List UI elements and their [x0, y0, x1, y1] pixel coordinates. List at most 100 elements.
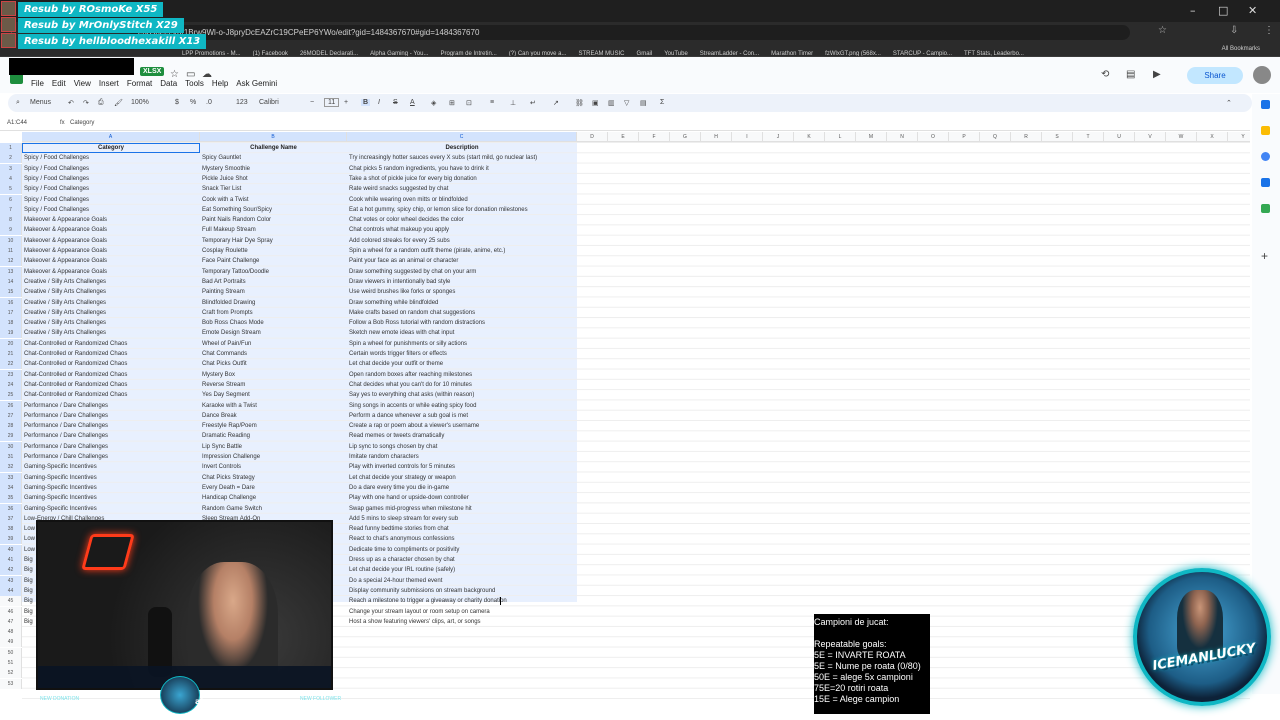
challenge-cell[interactable]: Painting Stream	[200, 287, 347, 297]
row-number[interactable]: 32	[0, 462, 22, 473]
description-cell[interactable]: Draw viewers in intentionally bad style	[347, 277, 587, 287]
formula-input[interactable]: Category	[70, 120, 94, 126]
description-cell[interactable]: Follow a Bob Ross tutorial with random d…	[347, 318, 587, 328]
column-header[interactable]: Y	[1228, 132, 1250, 142]
description-cell[interactable]: Dress up as a character chosen by chat	[347, 555, 587, 565]
category-cell[interactable]: Spicy / Food Challenges	[22, 153, 200, 163]
row-number[interactable]: 1	[0, 143, 22, 153]
category-cell[interactable]: Performance / Dare Challenges	[22, 411, 200, 421]
category-cell[interactable]: Chat-Controlled or Randomized Chaos	[22, 359, 200, 369]
description-cell[interactable]: Take a shot of pickle juice for every bi…	[347, 174, 587, 184]
category-cell[interactable]: Spicy / Food Challenges	[22, 184, 200, 194]
challenge-cell[interactable]: Yes Day Segment	[200, 390, 347, 400]
column-header[interactable]: K	[794, 132, 825, 142]
bookmark-item[interactable]: fzWlxGT.png (568x...	[825, 47, 881, 56]
row-number[interactable]: 23	[0, 369, 22, 380]
row-number[interactable]: 14	[0, 276, 22, 287]
percent-format-button[interactable]: %	[190, 99, 196, 106]
row-number[interactable]: 12	[0, 256, 22, 267]
category-cell[interactable]: Creative / Silly Arts Challenges	[22, 318, 200, 328]
category-cell[interactable]: Performance / Dare Challenges	[22, 442, 200, 452]
meet-icon[interactable]: ▶	[1153, 69, 1161, 80]
description-cell[interactable]: Dedicate time to compliments or positivi…	[347, 545, 587, 555]
challenge-cell[interactable]: Temporary Hair Dye Spray	[200, 236, 347, 246]
column-header[interactable]: R	[1011, 132, 1042, 142]
challenge-cell[interactable]: Bob Ross Chaos Mode	[200, 318, 347, 328]
category-cell[interactable]: Creative / Silly Arts Challenges	[22, 328, 200, 338]
search-icon[interactable]: ⌕	[16, 99, 20, 107]
column-header[interactable]: V	[1135, 132, 1166, 142]
row-number[interactable]: 38	[0, 524, 22, 535]
text-color-icon[interactable]: A	[410, 99, 415, 106]
all-bookmarks-link[interactable]: All Bookmarks	[1222, 42, 1260, 56]
description-cell[interactable]: Display community submissions on stream …	[347, 586, 587, 596]
bookmark-item[interactable]: Alpha Gaming - You...	[370, 47, 428, 56]
category-cell[interactable]: Creative / Silly Arts Challenges	[22, 308, 200, 318]
description-cell[interactable]: Eat a hot gummy, spicy chip, or lemon sl…	[347, 205, 587, 215]
column-header[interactable]: A	[22, 132, 200, 142]
calendar-icon[interactable]	[1261, 100, 1270, 109]
column-header[interactable]: H	[701, 132, 732, 142]
redo-icon[interactable]: ↷	[83, 99, 89, 107]
column-header[interactable]: D	[577, 132, 608, 142]
menu-file[interactable]: File	[31, 79, 44, 88]
description-cell[interactable]: Read memes or tweets dramatically	[347, 431, 587, 441]
challenge-cell[interactable]: Invert Controls	[200, 462, 347, 472]
description-cell[interactable]: Chat controls what makeup you apply	[347, 225, 587, 235]
column-header[interactable]: O	[918, 132, 949, 142]
challenge-cell[interactable]: Eat Something Sour/Spicy	[200, 205, 347, 215]
menu-ask-gemini[interactable]: Ask Gemini	[236, 79, 277, 88]
valign-icon[interactable]: ⊥	[510, 99, 516, 107]
category-cell[interactable]: Chat-Controlled or Randomized Chaos	[22, 380, 200, 390]
column-header[interactable]: G	[670, 132, 701, 142]
row-number[interactable]: 21	[0, 349, 22, 359]
bookmark-item[interactable]: Gmail	[637, 47, 653, 56]
comments-icon[interactable]: ▤	[1126, 69, 1135, 80]
bookmark-star-icon[interactable]: ☆	[1158, 25, 1167, 36]
row-number[interactable]: 15	[0, 287, 22, 298]
font-size-input[interactable]: 11	[324, 98, 340, 107]
challenge-cell[interactable]: Chat Picks Outfit	[200, 359, 347, 369]
description-cell[interactable]: Chat votes or color wheel decides the co…	[347, 215, 587, 225]
wrap-icon[interactable]: ↵	[530, 99, 536, 107]
category-cell[interactable]: Performance / Dare Challenges	[22, 431, 200, 441]
zoom-select[interactable]: 100%	[131, 99, 149, 106]
bookmark-item[interactable]: Program de Intretin...	[440, 47, 496, 56]
row-number[interactable]: 48	[0, 627, 22, 638]
description-cell[interactable]: Create a rap or poem about a viewer's us…	[347, 421, 587, 431]
fill-color-icon[interactable]: ◈	[431, 99, 436, 107]
challenge-cell[interactable]: Temporary Tattoo/Doodle	[200, 267, 347, 277]
strikethrough-icon[interactable]: S	[393, 99, 398, 106]
description-cell[interactable]: Do a special 24-hour themed event	[347, 576, 587, 586]
category-cell[interactable]: Makeover & Appearance Goals	[22, 246, 200, 256]
category-cell[interactable]: Performance / Dare Challenges	[22, 401, 200, 411]
description-cell[interactable]: Make crafts based on random chat suggest…	[347, 308, 587, 318]
description-cell[interactable]: Add colored streaks for every 25 subs	[347, 236, 587, 246]
row-number[interactable]: 3	[0, 163, 22, 174]
category-cell[interactable]: Gaming-Specific Incentives	[22, 462, 200, 472]
add-addon-icon[interactable]: +	[1261, 250, 1270, 262]
contacts-icon[interactable]	[1261, 178, 1270, 187]
description-cell[interactable]: Change your stream layout or room setup …	[347, 607, 587, 617]
menu-tools[interactable]: Tools	[185, 79, 204, 88]
description-cell[interactable]: Chat decides what you can't do for 10 mi…	[347, 380, 587, 390]
history-icon[interactable]: ⟲	[1101, 69, 1109, 80]
url-field[interactable]: eadsheets/d/1Brw9Wl-o-J8pryDcEAZrC19CPeE…	[130, 25, 1130, 40]
row-number[interactable]: 18	[0, 318, 22, 329]
category-cell[interactable]: Makeover & Appearance Goals	[22, 215, 200, 225]
close-icon[interactable]: ✕	[1248, 4, 1257, 17]
row-number[interactable]: 27	[0, 410, 22, 421]
description-cell[interactable]: Paint your face as an animal or characte…	[347, 256, 587, 266]
challenge-cell[interactable]: Reverse Stream	[200, 380, 347, 390]
category-cell[interactable]: Makeover & Appearance Goals	[22, 236, 200, 246]
category-cell[interactable]: Makeover & Appearance Goals	[22, 267, 200, 277]
category-cell[interactable]: Chat-Controlled or Randomized Chaos	[22, 370, 200, 380]
row-number[interactable]: 9	[0, 225, 22, 236]
description-cell[interactable]: Do a dare every time you die in-game	[347, 483, 587, 493]
font-size-decrease-icon[interactable]: −	[310, 99, 314, 106]
column-header[interactable]: J	[763, 132, 794, 142]
row-number[interactable]: 11	[0, 246, 22, 256]
row-number[interactable]: 33	[0, 472, 22, 483]
challenge-cell[interactable]: Paint Nails Random Color	[200, 215, 347, 225]
undo-icon[interactable]: ↶	[68, 99, 74, 107]
